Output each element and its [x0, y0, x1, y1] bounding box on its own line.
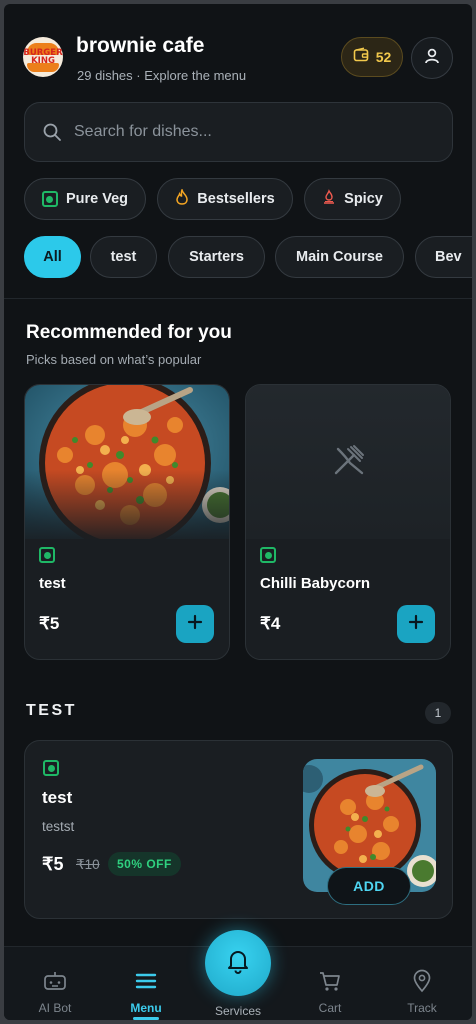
nav-label: AI Bot — [38, 1001, 72, 1015]
bot-icon — [43, 969, 67, 993]
filter-label: Pure Veg — [65, 191, 129, 207]
category-label: Bev — [435, 249, 462, 265]
dish-name: test — [42, 788, 73, 807]
category-all[interactable]: All — [24, 236, 81, 278]
dish-price: ₹5 — [39, 614, 60, 633]
dish-price: ₹5 — [42, 854, 64, 874]
services-button[interactable] — [205, 930, 271, 996]
recommended-card[interactable]: test ₹5 — [24, 384, 230, 660]
nav-label: Track — [407, 1001, 437, 1015]
search-input[interactable] — [74, 123, 414, 141]
filter-spicy[interactable]: Spicy — [304, 178, 401, 220]
veg-icon — [43, 760, 59, 776]
add-to-cart-button[interactable] — [397, 605, 435, 643]
chili-icon — [322, 189, 336, 209]
plus-icon — [187, 614, 203, 635]
header: BURGER KING brownie cafe 29 dishes · Expl… — [4, 4, 472, 94]
bell-icon — [226, 948, 250, 979]
category-label: Starters — [189, 249, 244, 265]
menu-icon — [134, 969, 158, 993]
wallet-icon — [353, 47, 369, 68]
section-divider — [4, 298, 472, 299]
veg-icon — [41, 191, 58, 207]
fork-knife-placeholder-icon — [332, 443, 366, 482]
app-frame: BURGER KING brownie cafe 29 dishes · Expl… — [4, 4, 472, 1020]
user-icon — [423, 47, 441, 70]
category-label: All — [43, 249, 62, 265]
restaurant-subtitle: 29 dishes · Explore the menu — [77, 68, 247, 83]
category-beverages[interactable]: Bev — [415, 236, 472, 278]
item-count-badge: 1 — [425, 702, 451, 724]
nav-label-services: Services — [214, 1004, 261, 1018]
location-pin-icon — [410, 969, 434, 993]
original-price: ₹10 — [76, 857, 100, 872]
nav-menu[interactable]: Menu — [106, 947, 186, 1020]
profile-button[interactable] — [411, 37, 453, 79]
cart-icon — [318, 969, 342, 993]
recommended-subtitle: Picks based on what’s popular — [26, 352, 202, 367]
filter-pure-veg[interactable]: Pure Veg — [24, 178, 146, 220]
dish-image — [25, 385, 229, 539]
restaurant-name: brownie cafe — [76, 34, 205, 57]
recommended-title: Recommended for you — [26, 322, 232, 343]
filter-label: Bestsellers — [197, 191, 275, 207]
veg-icon — [260, 547, 276, 563]
nav-ai-bot[interactable]: AI Bot — [15, 947, 95, 1020]
category-label: test — [110, 249, 137, 265]
add-button[interactable]: ADD — [327, 867, 411, 905]
nav-label: Cart — [318, 1001, 342, 1015]
category-test[interactable]: test — [90, 236, 157, 278]
dish-description: testst — [42, 819, 75, 834]
category-starters[interactable]: Starters — [168, 236, 265, 278]
nav-label: Menu — [130, 1001, 162, 1015]
category-label: Main Course — [295, 249, 383, 265]
nav-cart[interactable]: Cart — [290, 947, 370, 1020]
category-main-course[interactable]: Main Course — [275, 236, 404, 278]
recommended-card[interactable]: Chilli Babycorn ₹4 — [245, 384, 451, 660]
menu-item-card[interactable]: test testst ₹5 ₹10 50% OFF ADD — [24, 740, 453, 919]
dish-image-placeholder — [246, 385, 450, 539]
category-section-title: TEST — [26, 702, 77, 719]
search-icon — [42, 122, 62, 142]
search-bar[interactable] — [24, 102, 453, 162]
dish-name: Chilli Babycorn — [260, 575, 371, 592]
wallet-balance: 52 — [375, 49, 392, 65]
filter-label: Spicy — [344, 191, 383, 207]
flame-icon — [175, 187, 189, 209]
dish-price: ₹4 — [260, 614, 281, 633]
active-indicator — [133, 1017, 159, 1020]
veg-icon — [39, 547, 55, 563]
wallet-button[interactable]: 52 — [341, 37, 403, 77]
discount-badge: 50% OFF — [108, 852, 181, 876]
brand-logo: BURGER KING — [23, 37, 63, 77]
nav-track[interactable]: Track — [382, 947, 462, 1020]
filter-bestsellers[interactable]: Bestsellers — [157, 178, 293, 220]
add-to-cart-button[interactable] — [176, 605, 214, 643]
plus-icon — [408, 614, 424, 635]
dish-name: test — [39, 575, 66, 592]
